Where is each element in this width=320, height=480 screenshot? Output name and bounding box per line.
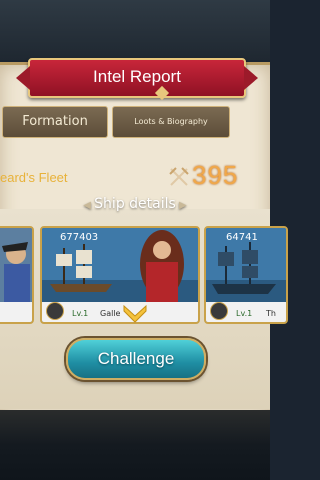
chevron-down-icon [123,304,147,323]
card-ship-name: Galle [100,309,121,318]
crossed-swords-icon [169,167,189,186]
fleet-name: eard's Fleet [0,170,68,185]
ship-card-selected[interactable]: 677403 Lv.1 Galle [40,226,200,324]
ship-details-text: Ship details [94,196,176,212]
background-top [0,0,270,60]
ship-card-previous[interactable] [0,226,34,324]
tab-formation[interactable]: Formation [2,106,108,138]
card-footer: Lv.1 Galle [42,302,198,322]
card-power: 64741 [226,232,258,243]
challenge-button[interactable]: Challenge [66,338,206,380]
tab-loots-biography[interactable]: Loots & Biography [112,106,230,138]
ship-type-icon [46,302,64,320]
card-power: 677403 [60,232,99,243]
arrow-right-icon: ▶ [175,200,187,211]
card-level: Lv.1 [72,309,89,318]
captain-portrait [0,228,32,302]
card-ship-name: Th [266,309,276,318]
background-bottom [0,410,270,480]
ship-type-icon [210,302,228,320]
ship-card-next[interactable]: 64741 Lv.1 Th [204,226,288,324]
card-footer [0,302,32,322]
card-level: Lv.1 [236,309,253,318]
fleet-power: 395 [192,160,239,190]
page-title: Intel Report [93,67,181,86]
ship-details-label: ◀ Ship details ▶ [60,196,210,212]
card-footer: Lv.1 Th [206,302,286,322]
title-banner: Intel Report [16,58,258,101]
arrow-left-icon: ◀ [83,200,95,211]
banner-ornament [154,85,170,101]
